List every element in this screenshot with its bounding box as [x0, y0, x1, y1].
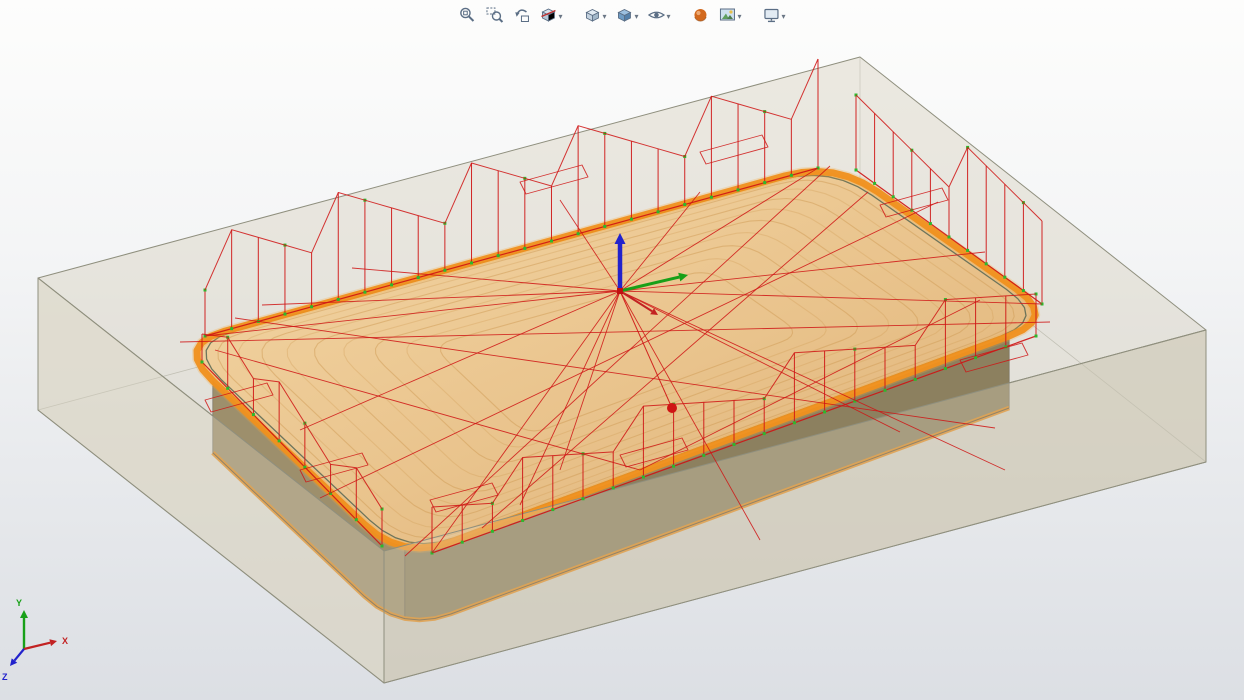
display-style-icon	[615, 6, 633, 27]
orientation-triad: Y X Z	[2, 598, 68, 682]
display-style-button[interactable]: ▾	[613, 4, 640, 29]
dropdown-arrow-icon: ▾	[558, 11, 563, 21]
edit-appearance-button[interactable]	[690, 4, 712, 29]
previous-view-icon	[512, 6, 530, 27]
axis-y-label: Y	[16, 598, 22, 608]
view-orientation-button[interactable]: ▾	[581, 4, 608, 29]
viewport-3d-scene[interactable]: Y X Z	[0, 0, 1244, 700]
section-view-icon	[539, 6, 557, 27]
zoom-to-fit-button[interactable]	[456, 4, 478, 29]
hide-show-items-button[interactable]: ▾	[646, 4, 673, 29]
hide-show-items-icon	[647, 6, 666, 27]
dropdown-arrow-icon: ▾	[666, 11, 671, 21]
edit-appearance-icon	[692, 6, 710, 27]
view-settings-icon	[763, 6, 781, 27]
dropdown-arrow-icon: ▾	[781, 11, 786, 21]
apply-scene-icon	[719, 6, 737, 27]
axis-z-label: Z	[2, 672, 8, 682]
dropdown-arrow-icon: ▾	[602, 11, 607, 21]
view-orientation-icon	[583, 6, 601, 27]
view-settings-button[interactable]: ▾	[761, 4, 788, 29]
previous-view-button[interactable]	[510, 4, 532, 29]
heads-up-view-toolbar: ▾ ▾ ▾ ▾ ▾ ▾	[456, 4, 787, 29]
zoom-to-fit-icon	[458, 6, 476, 27]
dropdown-arrow-icon: ▾	[634, 11, 639, 21]
cad-viewport[interactable]: ▾ ▾ ▾ ▾ ▾ ▾ Y X Z	[0, 0, 1244, 700]
dropdown-arrow-icon: ▾	[737, 11, 742, 21]
section-view-button[interactable]: ▾	[537, 4, 564, 29]
apply-scene-button[interactable]: ▾	[717, 4, 744, 29]
zoom-to-area-icon	[485, 6, 504, 27]
axis-x-label: X	[62, 636, 68, 646]
zoom-to-area-button[interactable]	[483, 4, 505, 29]
